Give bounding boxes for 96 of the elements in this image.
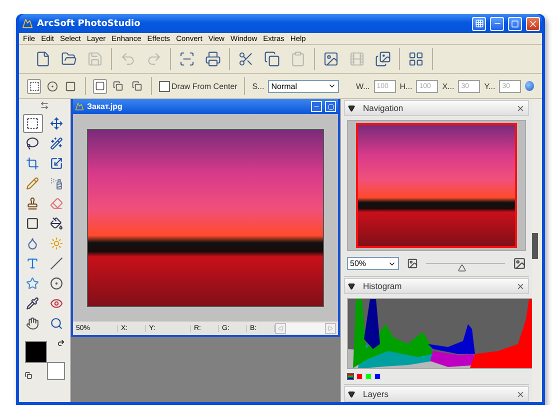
minimize-button[interactable]	[490, 16, 504, 30]
collapse-icon[interactable]	[348, 390, 355, 398]
copy-icon	[264, 51, 280, 67]
paste-icon	[290, 51, 306, 67]
pencil-icon	[26, 177, 39, 190]
magic-wand-icon	[50, 137, 63, 150]
picture-icon	[323, 51, 339, 67]
mode-button[interactable]	[92, 78, 108, 94]
eye-icon	[50, 297, 63, 310]
default-colors-icon[interactable]	[24, 372, 32, 379]
collapse-icon[interactable]	[348, 282, 355, 290]
panel-handle[interactable]	[532, 232, 538, 258]
circle-icon	[50, 277, 63, 290]
background-swatch[interactable]	[46, 362, 64, 380]
maximize-button[interactable]	[325, 101, 336, 112]
hand-icon	[26, 317, 39, 330]
overlap-squares-icon	[113, 81, 124, 91]
field-label: H...	[400, 82, 412, 90]
text-icon	[26, 257, 39, 270]
grid-button[interactable]	[472, 16, 486, 30]
shape-button[interactable]	[45, 78, 60, 94]
save-icon	[87, 51, 103, 67]
stamp-icon	[26, 197, 39, 210]
panel-title: Histogram	[363, 281, 403, 291]
redo-icon	[146, 51, 162, 67]
mode-button[interactable]	[111, 78, 126, 94]
square-icon	[94, 81, 105, 91]
field-label: W...	[356, 82, 370, 90]
window-title: ArcSoft PhotoStudio	[37, 18, 142, 28]
collapse-icon[interactable]	[348, 104, 355, 112]
scissors-icon	[238, 51, 254, 67]
undo-icon	[120, 51, 136, 67]
document-icon	[75, 102, 84, 111]
blank-page-icon	[35, 51, 51, 67]
close-icon	[528, 18, 538, 28]
maximize-icon	[511, 20, 519, 28]
checkbox[interactable]	[158, 80, 170, 92]
document-title: Закат.jpg	[87, 102, 124, 111]
slider-thumb[interactable]	[458, 264, 466, 272]
pictures-icon	[375, 51, 391, 67]
crop-icon	[26, 157, 39, 170]
lasso-icon	[26, 137, 39, 150]
sun-icon	[50, 237, 63, 250]
field-label: Y...	[484, 82, 496, 90]
left-arrow-icon	[278, 326, 283, 331]
globe-icon[interactable]	[525, 81, 534, 91]
foreground-swatch[interactable]	[24, 341, 46, 363]
overlap-squares-icon	[132, 81, 142, 91]
panel-header[interactable]: Layers	[344, 386, 529, 402]
style-label: S...	[252, 82, 264, 90]
field-label: X...	[442, 82, 454, 90]
channel-swatch[interactable]	[347, 373, 354, 380]
scanner-icon	[179, 51, 195, 67]
minimize-button[interactable]	[311, 101, 322, 112]
maximize-button[interactable]	[508, 16, 522, 30]
eyedropper-icon	[26, 297, 39, 310]
checkbox-label: Draw From Center	[172, 82, 238, 90]
close-icon[interactable]	[516, 282, 525, 290]
maximize-icon	[328, 104, 334, 110]
move-arrows-icon	[50, 117, 63, 130]
close-button[interactable]	[526, 16, 540, 30]
ellipse-icon	[46, 80, 58, 92]
swap-arrow-icon[interactable]	[56, 339, 64, 347]
eraser-icon	[50, 197, 63, 210]
zoom-in-icon[interactable]	[513, 257, 526, 270]
zoom-out-icon[interactable]	[407, 258, 418, 269]
dashed-square-icon	[28, 80, 40, 92]
shape-button[interactable]	[27, 78, 42, 94]
panel-title: Navigation	[363, 103, 404, 113]
rounded-square-icon	[65, 80, 76, 92]
style-dropdown[interactable]: Normal	[268, 80, 340, 92]
paint-bucket-icon	[50, 217, 63, 230]
close-icon[interactable]	[516, 104, 525, 112]
dashed-square-tool[interactable]	[22, 114, 42, 133]
line-icon	[50, 257, 63, 270]
panel-title: Layers	[363, 389, 390, 399]
close-icon[interactable]	[516, 390, 525, 398]
collapse-arrows-icon[interactable]	[40, 101, 49, 110]
triangle-icon	[458, 264, 466, 272]
resize-icon	[50, 157, 63, 170]
folder-icon	[61, 51, 77, 67]
panel-header[interactable]: Histogram	[344, 278, 529, 294]
grid-icon	[474, 19, 484, 28]
film-icon	[349, 51, 365, 67]
minimize-icon	[313, 103, 320, 110]
panel-header[interactable]: Navigation	[344, 100, 529, 116]
right-arrow-icon	[328, 326, 333, 331]
zoom-dropdown[interactable]: 50%	[347, 257, 399, 270]
grid-icon	[408, 51, 424, 67]
print-icon	[205, 51, 221, 67]
magnifier-icon	[50, 317, 63, 330]
spray-can-icon	[50, 177, 63, 190]
droplet-icon	[26, 237, 39, 250]
dashed-square-icon	[26, 117, 39, 130]
app-logo-icon	[22, 18, 33, 29]
star-icon	[26, 277, 39, 290]
